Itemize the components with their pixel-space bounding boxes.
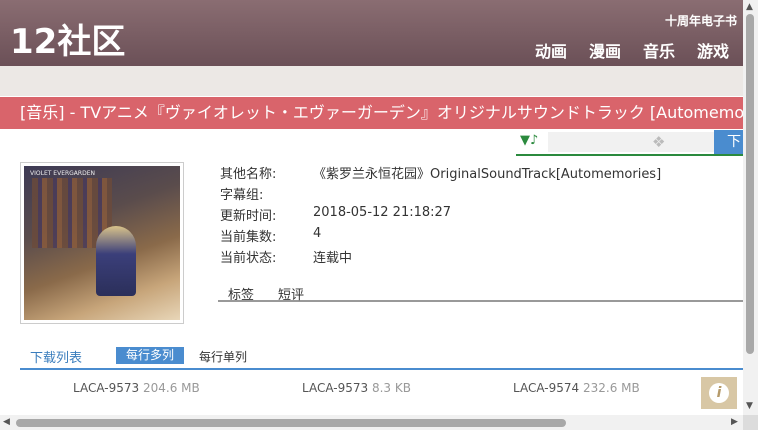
- info-value: 《紫罗兰永恒花园》OriginalSoundTrack[Automemories…: [313, 167, 662, 182]
- info-key: 更新时间:: [220, 209, 277, 224]
- single-column-toggle[interactable]: 每行单列: [199, 348, 247, 365]
- site-logo[interactable]: 12社区: [10, 14, 125, 63]
- download-file-link[interactable]: LACA-9574 232.6 MB: [513, 381, 640, 395]
- file-size: 204.6 MB: [142, 381, 200, 395]
- main-nav: 动画 漫画 音乐 游戏: [535, 38, 729, 62]
- file-size: 8.3 KB: [371, 381, 411, 395]
- nav-games[interactable]: 游戏: [697, 38, 729, 62]
- download-file-link[interactable]: LACA-9573 204.6 MB: [73, 381, 200, 395]
- file-name: LACA-9574: [513, 381, 580, 395]
- tag-tabs: 标签 短评: [218, 282, 743, 303]
- info-row: 其他名称: 《紫罗兰永恒花园》OriginalSoundTrack[Automem…: [220, 163, 661, 184]
- download-list-label: 下载列表: [30, 351, 83, 366]
- scroll-right-arrow-icon[interactable]: ▶: [731, 417, 738, 427]
- file-name: LACA-9573: [73, 381, 140, 395]
- vertical-scrollbar[interactable]: ▲ ▼: [743, 0, 758, 415]
- file-name: LACA-9573: [302, 381, 369, 395]
- info-key: 字幕组:: [220, 188, 264, 203]
- info-key: 当前状态:: [220, 251, 277, 266]
- tagline-link[interactable]: 十周年电子书: [665, 12, 737, 29]
- multi-column-toggle[interactable]: 每行多列: [116, 347, 185, 364]
- cover-figure: [96, 226, 136, 296]
- info-icon: i: [709, 383, 729, 403]
- info-row: 当前集数: 4: [220, 226, 661, 247]
- info-value: 2018-05-12 21:18:27: [313, 205, 452, 220]
- puzzle-icon: ❖: [652, 133, 666, 151]
- page-title: [音乐] - TVアニメ『ヴァイオレット・エヴァーガーデン』オリジナルサウンドト…: [0, 97, 743, 129]
- scroll-up-arrow-icon[interactable]: ▲: [746, 2, 753, 12]
- album-cover: VIOLET EVERGARDEN: [20, 162, 184, 324]
- download-button[interactable]: 下载: [714, 130, 743, 154]
- nav-music[interactable]: 音乐: [643, 38, 675, 62]
- vertical-scroll-thumb[interactable]: [746, 14, 754, 354]
- info-value: 连载中: [313, 251, 353, 266]
- horizontal-scrollbar[interactable]: ◀ ▶: [0, 415, 743, 430]
- nav-anime[interactable]: 动画: [535, 38, 567, 62]
- sub-header-band: [0, 66, 743, 96]
- tab-tags[interactable]: 标签: [228, 284, 254, 303]
- cover-artwork: VIOLET EVERGARDEN: [24, 166, 180, 320]
- horizontal-scroll-thumb[interactable]: [16, 419, 566, 427]
- info-row: 字幕组:: [220, 184, 661, 205]
- nav-manga[interactable]: 漫画: [589, 38, 621, 62]
- tab-reviews[interactable]: 短评: [278, 284, 304, 303]
- cover-label: VIOLET EVERGARDEN: [30, 170, 95, 177]
- audio-player: ▼♪ ❖: [516, 130, 743, 156]
- scroll-down-arrow-icon[interactable]: ▼: [746, 401, 753, 411]
- scrollbar-corner: [743, 415, 758, 430]
- player-plugin-area: ❖: [548, 132, 724, 152]
- info-row: 当前状态: 连载中: [220, 247, 661, 268]
- music-toggle-icon[interactable]: ▼♪: [520, 133, 538, 148]
- download-list-header: 下载列表 每行多列 每行单列: [20, 346, 743, 370]
- file-size: 232.6 MB: [582, 381, 640, 395]
- scroll-left-arrow-icon[interactable]: ◀: [3, 417, 10, 427]
- info-key: 当前集数:: [220, 230, 277, 245]
- download-file-link[interactable]: LACA-9573 8.3 KB: [302, 381, 411, 395]
- info-float-button[interactable]: i: [701, 377, 737, 409]
- info-table: 其他名称: 《紫罗兰永恒花园》OriginalSoundTrack[Automem…: [220, 163, 661, 268]
- info-value: 4: [313, 226, 322, 241]
- info-row: 更新时间: 2018-05-12 21:18:27: [220, 205, 661, 226]
- info-key: 其他名称:: [220, 167, 277, 182]
- site-header: 12社区 十周年电子书 动画 漫画 音乐 游戏: [0, 0, 743, 66]
